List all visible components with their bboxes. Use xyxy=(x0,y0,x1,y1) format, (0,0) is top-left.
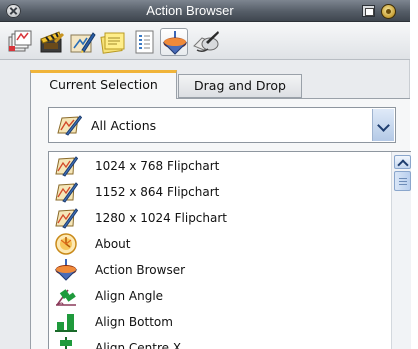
actions-list[interactable]: 1024 x 768 Flipchart 1152 x 864 Flipchar… xyxy=(48,151,411,349)
toolbar xyxy=(0,22,410,60)
list-item[interactable]: 1280 x 1024 Flipchart xyxy=(49,205,384,231)
flipchart-icon xyxy=(56,113,83,137)
list-item-label: Align Bottom xyxy=(95,315,173,329)
list-item[interactable]: 1152 x 864 Flipchart xyxy=(49,179,384,205)
film-clapper-icon[interactable] xyxy=(37,28,65,56)
list-item[interactable]: About xyxy=(49,231,384,257)
action-browser-window: Action Browser Current Selection Drag an… xyxy=(0,0,411,349)
options-icon[interactable] xyxy=(381,4,396,19)
action-spinner-icon[interactable] xyxy=(160,28,188,56)
list-item-label: 1280 x 1024 Flipchart xyxy=(95,211,228,225)
list-item-label: Align Centre X xyxy=(95,341,182,349)
filter-selected-value: All Actions xyxy=(91,118,157,133)
flipchart-icon xyxy=(54,154,79,178)
list-item[interactable]: Align Angle xyxy=(49,283,384,309)
list-item-label: 1024 x 768 Flipchart xyxy=(95,159,220,173)
restore-icon[interactable] xyxy=(362,5,375,17)
tab-current-selection[interactable]: Current Selection xyxy=(30,70,177,99)
document-list-icon[interactable] xyxy=(130,28,158,56)
chevron-up-icon[interactable] xyxy=(394,155,411,169)
list-item-label: Action Browser xyxy=(95,263,186,277)
tab-drag-and-drop[interactable]: Drag and Drop xyxy=(178,74,302,98)
sticky-notes-icon[interactable] xyxy=(99,28,127,56)
eraser-pen-icon[interactable] xyxy=(192,28,220,56)
chevron-down-icon[interactable] xyxy=(372,109,394,141)
list-item[interactable]: Align Centre X xyxy=(49,335,384,349)
flipchart-pages-icon[interactable] xyxy=(6,28,34,56)
about-icon xyxy=(54,232,78,256)
list-item[interactable]: Action Browser xyxy=(49,257,384,283)
pen-drawing-icon[interactable] xyxy=(68,28,96,56)
flipchart-icon xyxy=(54,180,79,204)
list-item-label: 1152 x 864 Flipchart xyxy=(95,185,220,199)
actions-filter-dropdown[interactable]: All Actions xyxy=(48,107,396,143)
content-area: Current Selection Drag and Drop All Acti… xyxy=(10,60,411,349)
align-centre-x-icon xyxy=(54,336,78,349)
align-bottom-icon xyxy=(54,310,78,334)
flipchart-icon xyxy=(54,206,79,230)
list-item-label: About xyxy=(95,237,131,251)
action-browser-icon xyxy=(54,258,78,282)
list-item-label: Align Angle xyxy=(95,289,164,303)
window-title: Action Browser xyxy=(146,3,234,18)
list-item[interactable]: 1024 x 768 Flipchart xyxy=(49,153,384,179)
align-angle-icon xyxy=(54,284,78,308)
title-bar: Action Browser xyxy=(0,0,410,22)
list-item[interactable]: Align Bottom xyxy=(49,309,384,335)
scrollbar-thumb[interactable] xyxy=(394,171,411,191)
list-scrollbar[interactable] xyxy=(391,152,411,349)
tab-panel: All Actions 1024 x 768 Flipchart 1152 x … xyxy=(30,98,411,349)
